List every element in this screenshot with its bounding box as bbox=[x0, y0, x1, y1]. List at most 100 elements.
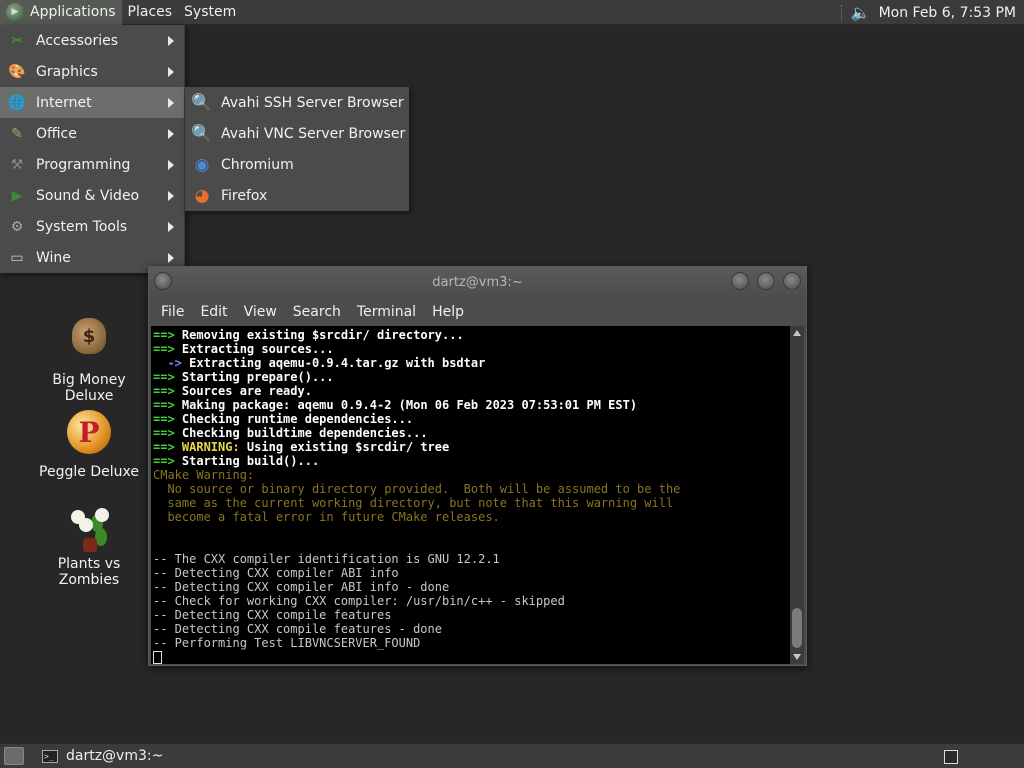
submenu-item-avahi-ssh[interactable]: 🔍 Avahi SSH Server Browser bbox=[185, 87, 409, 118]
terminal-line: No source or binary directory provided. … bbox=[153, 482, 792, 496]
places-menu-button[interactable]: Places bbox=[122, 0, 179, 25]
close-button[interactable] bbox=[783, 272, 801, 290]
terminal-line-prefix: ==> bbox=[153, 412, 182, 426]
terminal-menu-search[interactable]: Search bbox=[285, 304, 349, 320]
terminal-menu-help[interactable]: Help bbox=[424, 304, 472, 320]
submenu-arrow-icon bbox=[168, 128, 174, 139]
clock[interactable]: Mon Feb 6, 7:53 PM bbox=[879, 5, 1024, 21]
office-icon: ✎ bbox=[11, 125, 23, 142]
terminal-line: ==> Starting prepare()... bbox=[153, 370, 792, 384]
terminal-line-text: Starting prepare()... bbox=[181, 370, 334, 384]
submenu-item-label: Chromium bbox=[221, 156, 294, 173]
menu-item-accessories[interactable]: ✂ Accessories bbox=[0, 25, 184, 56]
terminal-line-text: Starting build()... bbox=[181, 454, 320, 468]
system-label: System bbox=[184, 4, 237, 20]
terminal-output[interactable]: ==> Removing existing $srcdir/ directory… bbox=[151, 326, 792, 664]
menu-item-programming[interactable]: ⚒ Programming bbox=[0, 149, 184, 180]
accessories-icon: ✂ bbox=[11, 32, 23, 49]
menu-item-office[interactable]: ✎ Office bbox=[0, 118, 184, 149]
minimize-button[interactable] bbox=[731, 272, 749, 290]
wine-icon: ▭ bbox=[10, 249, 24, 266]
terminal-line: ==> Sources are ready. bbox=[153, 384, 792, 398]
terminal-line: ==> Checking buildtime dependencies... bbox=[153, 426, 792, 440]
scroll-down-arrow-icon[interactable] bbox=[793, 654, 801, 660]
menu-item-label: Internet bbox=[36, 94, 92, 111]
terminal-line-text: become a fatal error in future CMake rel… bbox=[153, 510, 500, 524]
submenu-item-firefox[interactable]: ◕ Firefox bbox=[185, 180, 409, 211]
terminal-line: -- Performing Test LIBVNCSERVER_FOUND bbox=[153, 636, 792, 650]
terminal-menubar: File Edit View Search Terminal Help bbox=[149, 298, 806, 326]
terminal-line-text: No source or binary directory provided. … bbox=[153, 482, 681, 496]
terminal-line: become a fatal error in future CMake rel… bbox=[153, 510, 792, 524]
desktop-icon-label: Plants vs Zombies bbox=[57, 556, 121, 588]
volume-icon[interactable]: 🔈 bbox=[851, 3, 871, 22]
distro-logo-icon: ▶ bbox=[6, 3, 24, 21]
menu-item-graphics[interactable]: 🎨 Graphics bbox=[0, 56, 184, 87]
desktop-icon-peggle[interactable]: P Peggle Deluxe bbox=[29, 408, 149, 480]
terminal-scrollbar[interactable] bbox=[790, 326, 804, 664]
terminal-line-text: -- Detecting CXX compile features bbox=[153, 608, 392, 622]
applications-menu: ✂ Accessories 🎨 Graphics 🌐 Internet ✎ Office ⚒ Pr… bbox=[0, 25, 185, 273]
terminal-line-text: -- Check for working CXX compiler: /usr/… bbox=[153, 594, 565, 608]
terminal-line-text: Extracting aqemu-0.9.4.tar.gz with bsdta… bbox=[189, 356, 486, 370]
terminal-line-text: same as the current working directory, b… bbox=[153, 496, 674, 510]
menu-item-label: System Tools bbox=[36, 218, 128, 235]
terminal-menu-edit[interactable]: Edit bbox=[192, 304, 235, 320]
submenu-item-avahi-vnc[interactable]: 🔍 Avahi VNC Server Browser bbox=[185, 118, 409, 149]
desktop-icon-plants-vs-zombies[interactable]: Plants vs Zombies bbox=[29, 508, 149, 588]
applications-menu-button[interactable]: ▶ Applications bbox=[0, 0, 122, 25]
desktop-icon-label: Peggle Deluxe bbox=[39, 464, 139, 480]
window-title: dartz@vm3:~ bbox=[432, 275, 523, 290]
menu-item-system-tools[interactable]: ⚙ System Tools bbox=[0, 211, 184, 242]
window-titlebar[interactable]: dartz@vm3:~ bbox=[149, 267, 806, 298]
terminal-line: ==> Removing existing $srcdir/ directory… bbox=[153, 328, 792, 342]
terminal-line: -- Check for working CXX compiler: /usr/… bbox=[153, 594, 792, 608]
terminal-menu-terminal[interactable]: Terminal bbox=[349, 304, 424, 320]
terminal-line-prefix: ==> bbox=[153, 384, 182, 398]
submenu-arrow-icon bbox=[168, 35, 174, 46]
terminal-line-prefix: ==> bbox=[153, 342, 182, 356]
bottom-panel: >_ dartz@vm3:~ bbox=[0, 743, 1024, 768]
avahi-vnc-icon: 🔍 bbox=[191, 123, 213, 144]
desktop-icon-big-money[interactable]: $ Big Money Deluxe bbox=[29, 310, 149, 404]
chromium-icon: ◉ bbox=[194, 154, 210, 175]
terminal-menu-file[interactable]: File bbox=[153, 304, 192, 320]
terminal-menu-view[interactable]: View bbox=[236, 304, 285, 320]
maximize-button[interactable] bbox=[757, 272, 775, 290]
terminal-line: same as the current working directory, b… bbox=[153, 496, 792, 510]
terminal-line-prefix: -> bbox=[153, 356, 190, 370]
terminal-line-text: -- Detecting CXX compiler ABI info bbox=[153, 566, 399, 580]
graphics-icon: 🎨 bbox=[8, 63, 26, 80]
workspace-switcher[interactable] bbox=[944, 750, 958, 764]
terminal-line-text: -- Detecting CXX compiler ABI info - don… bbox=[153, 580, 450, 594]
show-desktop-button[interactable] bbox=[4, 747, 24, 765]
terminal-line: ==> Making package: aqemu 0.9.4-2 (Mon 0… bbox=[153, 398, 792, 412]
terminal-line: -- Detecting CXX compiler ABI info - don… bbox=[153, 580, 792, 594]
scroll-thumb[interactable] bbox=[792, 608, 802, 648]
terminal-line-prefix: ==> bbox=[153, 370, 182, 384]
terminal-line-text: Checking buildtime dependencies... bbox=[181, 426, 428, 440]
terminal-line-prefix: ==> bbox=[153, 398, 182, 412]
terminal-line-text: Making package: aqemu 0.9.4-2 (Mon 06 Fe… bbox=[181, 398, 638, 412]
terminal-line-text: Removing existing $srcdir/ directory... bbox=[181, 328, 464, 342]
terminal-line-text: Sources are ready. bbox=[181, 384, 312, 398]
terminal-line: -- Detecting CXX compiler ABI info bbox=[153, 566, 792, 580]
big-money-icon: $ bbox=[65, 318, 113, 366]
submenu-arrow-icon bbox=[168, 221, 174, 232]
taskbar-terminal-button[interactable]: >_ dartz@vm3:~ bbox=[36, 745, 169, 767]
menu-item-sound-video[interactable]: ▶ Sound & Video bbox=[0, 180, 184, 211]
scroll-up-arrow-icon[interactable] bbox=[793, 330, 801, 336]
menu-item-label: Office bbox=[36, 125, 77, 142]
panel-tray: 🔈 Mon Feb 6, 7:53 PM bbox=[840, 0, 1024, 25]
menu-item-label: Graphics bbox=[36, 63, 98, 80]
terminal-warning-label: WARNING: bbox=[181, 440, 240, 454]
menu-item-label: Sound & Video bbox=[36, 187, 140, 204]
internet-icon: 🌐 bbox=[8, 94, 26, 111]
menu-item-label: Wine bbox=[36, 249, 71, 266]
terminal-line: -- The CXX compiler identification is GN… bbox=[153, 552, 792, 566]
terminal-line-text: -- Performing Test LIBVNCSERVER_FOUND bbox=[153, 636, 421, 650]
system-menu-button[interactable]: System bbox=[178, 0, 242, 25]
submenu-item-chromium[interactable]: ◉ Chromium bbox=[185, 149, 409, 180]
menu-item-internet[interactable]: 🌐 Internet bbox=[0, 87, 184, 118]
